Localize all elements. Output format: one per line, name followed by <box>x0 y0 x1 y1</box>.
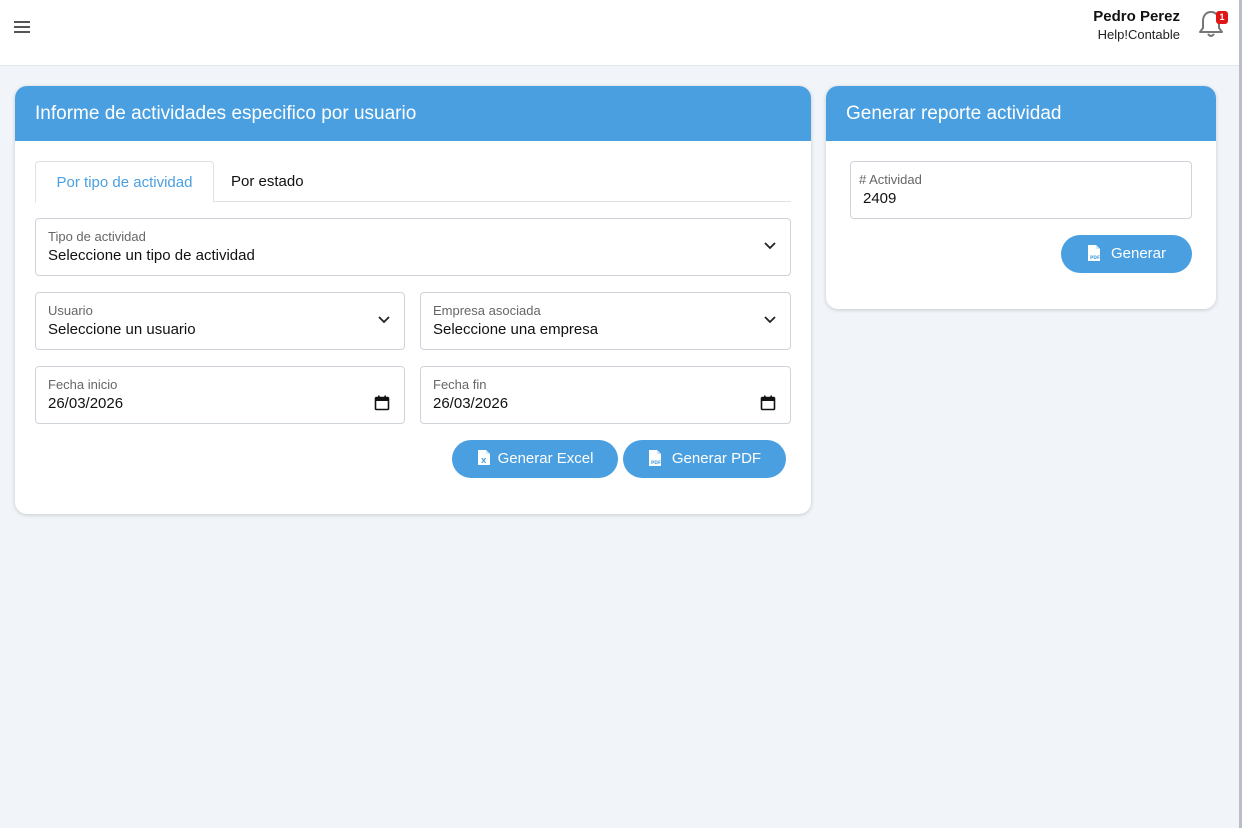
field-label: Fecha fin <box>433 377 487 392</box>
excel-file-icon: X <box>477 450 490 466</box>
generate-report-card: Generar reporte actividad # Actividad 24… <box>826 86 1216 309</box>
menu-icon[interactable] <box>14 21 30 35</box>
card-title: Generar reporte actividad <box>826 86 1216 141</box>
button-label: Generar Excel <box>497 450 594 467</box>
activity-report-card: Informe de actividades especifico por us… <box>15 86 811 514</box>
user-info[interactable]: Pedro Perez Help!Contable <box>1093 8 1180 44</box>
usuario-select[interactable]: Usuario Seleccione un usuario <box>35 292 405 350</box>
field-label: # Actividad <box>859 172 922 187</box>
user-name: Pedro Perez <box>1093 8 1180 25</box>
pdf-file-icon: PDF <box>1087 244 1100 261</box>
field-label: Usuario <box>48 303 93 318</box>
tabs: Por tipo de actividad Por estado <box>35 161 791 203</box>
calendar-icon[interactable] <box>760 395 776 411</box>
generar-pdf-button[interactable]: PDF Generar PDF <box>623 440 786 478</box>
chevron-down-icon <box>764 242 776 250</box>
bell-icon[interactable]: 1 <box>1197 9 1228 39</box>
notification-badge: 1 <box>1216 11 1228 24</box>
top-bar: Pedro Perez Help!Contable 1 <box>0 0 1239 66</box>
button-label: Generar PDF <box>671 450 762 467</box>
field-label: Tipo de actividad <box>48 229 146 244</box>
button-label: Generar <box>1110 245 1167 262</box>
pdf-file-icon: PDF <box>648 449 661 466</box>
fecha-fin-field[interactable]: Fecha fin 26/03/2026 <box>420 366 791 424</box>
field-label: Fecha inicio <box>48 377 118 392</box>
empresa-select[interactable]: Empresa asociada Seleccione una empresa <box>420 292 791 350</box>
fecha-inicio-field[interactable]: Fecha inicio 26/03/2026 <box>35 366 405 424</box>
tipo-actividad-select[interactable]: Tipo de actividad Seleccione un tipo de … <box>35 218 791 276</box>
svg-text:PDF: PDF <box>1090 255 1100 261</box>
chevron-down-icon <box>378 316 390 324</box>
svg-text:X: X <box>481 457 487 465</box>
field-value: 2409 <box>863 190 897 207</box>
user-company: Help!Contable <box>1097 27 1180 42</box>
chevron-down-icon <box>764 316 776 324</box>
tab-por-estado[interactable]: Por estado <box>231 161 304 203</box>
field-value: Seleccione un usuario <box>48 321 196 338</box>
generar-button[interactable]: PDF Generar <box>1061 235 1192 273</box>
calendar-icon[interactable] <box>374 395 390 411</box>
field-value: 26/03/2026 <box>48 395 124 412</box>
field-label: Empresa asociada <box>433 303 541 318</box>
actividad-input[interactable]: # Actividad 2409 <box>850 161 1192 219</box>
tab-por-tipo[interactable]: Por tipo de actividad <box>35 161 214 203</box>
field-value: Seleccione un tipo de actividad <box>48 247 255 264</box>
svg-text:PDF: PDF <box>651 460 661 466</box>
generar-excel-button[interactable]: X Generar Excel <box>452 440 618 478</box>
field-value: Seleccione una empresa <box>433 321 599 338</box>
field-value: 26/03/2026 <box>433 395 509 412</box>
card-title: Informe de actividades especifico por us… <box>15 86 811 141</box>
